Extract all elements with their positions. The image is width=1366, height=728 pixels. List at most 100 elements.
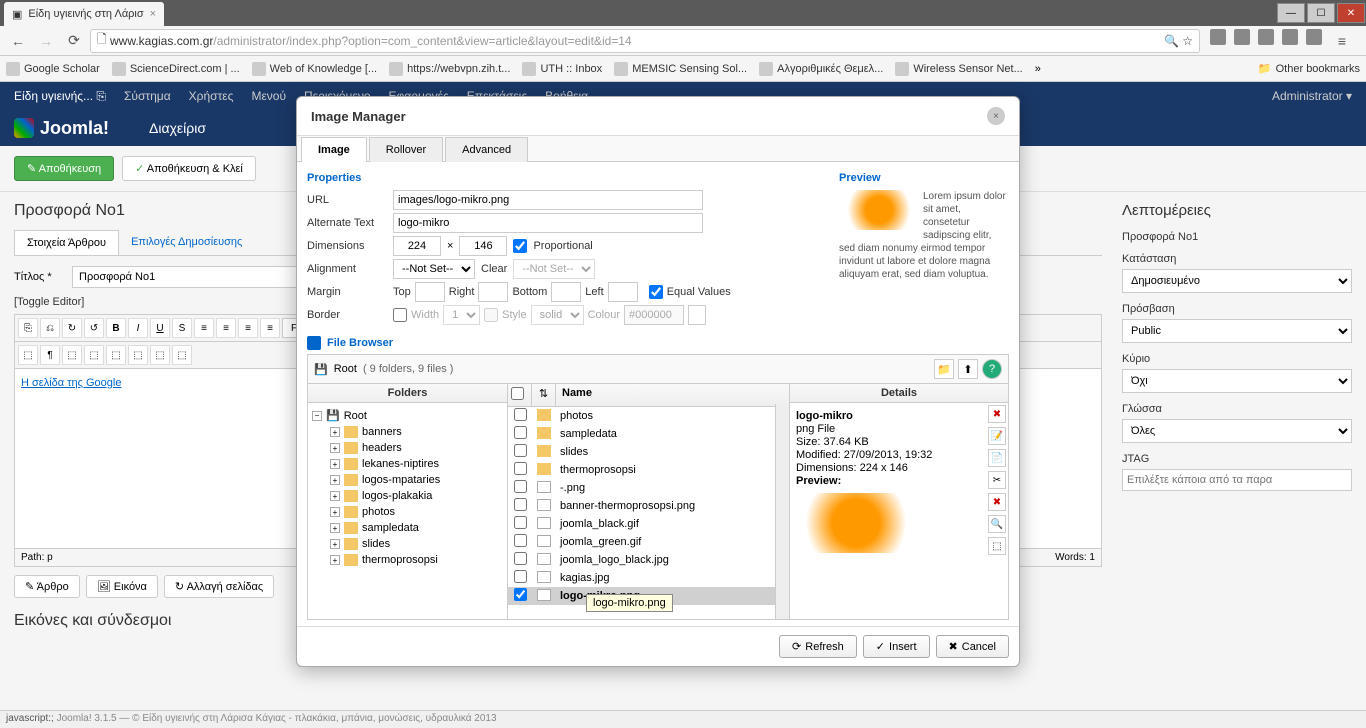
ed-btn[interactable]: ⬚: [150, 345, 170, 365]
expand-icon[interactable]: +: [330, 555, 340, 565]
margin-top-input[interactable]: [415, 282, 445, 302]
tree-folder[interactable]: + sampledata: [312, 520, 503, 536]
ed-btn[interactable]: ⬚: [18, 345, 38, 365]
width-input[interactable]: [393, 236, 441, 256]
expand-icon[interactable]: +: [330, 507, 340, 517]
copy-icon[interactable]: 📄: [988, 449, 1006, 467]
action-icon[interactable]: ⬚: [988, 537, 1006, 555]
margin-right-input[interactable]: [478, 282, 508, 302]
bold-icon[interactable]: B: [106, 318, 126, 338]
ext-icon[interactable]: [1282, 29, 1298, 45]
fb-root[interactable]: Root: [334, 363, 357, 375]
file-checkbox[interactable]: [514, 480, 527, 493]
underline-icon[interactable]: U: [150, 318, 170, 338]
topmenu-item[interactable]: Μενού: [251, 89, 286, 104]
topmenu-item[interactable]: Χρήστες: [189, 89, 234, 104]
file-row[interactable]: banner-thermoprosopsi.png: [508, 497, 789, 515]
expand-icon[interactable]: +: [330, 475, 340, 485]
align-center-icon[interactable]: ≡: [216, 318, 236, 338]
file-checkbox[interactable]: [514, 570, 527, 583]
ed-btn[interactable]: ⬚: [106, 345, 126, 365]
ed-btn[interactable]: ↻: [62, 318, 82, 338]
tags-input[interactable]: [1122, 469, 1352, 491]
ext-icon[interactable]: [1258, 29, 1274, 45]
tree-folder[interactable]: + photos: [312, 504, 503, 520]
strike-icon[interactable]: S: [172, 318, 192, 338]
ed-btn[interactable]: ⬚: [172, 345, 192, 365]
image-button[interactable]: 🖼 Εικόνα: [86, 575, 158, 598]
topmenu-item[interactable]: Σύστημα: [124, 89, 171, 104]
select-all-checkbox[interactable]: [511, 387, 524, 400]
file-checkbox[interactable]: [514, 552, 527, 565]
file-checkbox[interactable]: [514, 462, 527, 475]
menu-icon[interactable]: ≡: [1330, 29, 1354, 53]
file-row[interactable]: joomla_green.gif: [508, 533, 789, 551]
file-checkbox[interactable]: [514, 534, 527, 547]
file-row[interactable]: photos: [508, 407, 789, 425]
pagebreak-button[interactable]: ↻ Αλλαγή σελίδας: [164, 575, 274, 598]
featured-select[interactable]: Όχι: [1122, 369, 1352, 393]
file-row[interactable]: thermoprosopsi: [508, 461, 789, 479]
delete-icon[interactable]: ✖: [988, 405, 1006, 423]
margin-bottom-input[interactable]: [551, 282, 581, 302]
tree-folder[interactable]: + headers: [312, 440, 503, 456]
tab-rollover[interactable]: Rollover: [369, 137, 443, 162]
italic-icon[interactable]: I: [128, 318, 148, 338]
bookmark-item[interactable]: https://webvpn.zih.t...: [389, 62, 510, 76]
zoom-icon[interactable]: 🔍: [988, 515, 1006, 533]
tree-folder[interactable]: + slides: [312, 536, 503, 552]
tree-folder[interactable]: + logos-mpataries: [312, 472, 503, 488]
insert-button[interactable]: ✓ Insert: [863, 635, 930, 658]
editor-content-link[interactable]: Η σελίδα της Google: [21, 377, 121, 389]
file-checkbox[interactable]: [514, 444, 527, 457]
margin-left-input[interactable]: [608, 282, 638, 302]
help-icon[interactable]: ?: [982, 359, 1002, 379]
bookmark-item[interactable]: Web of Knowledge [...: [252, 62, 377, 76]
save-button[interactable]: ✎ Αποθήκευση: [14, 156, 114, 181]
bookmark-item[interactable]: MEMSIC Sensing Sol...: [614, 62, 747, 76]
alt-input[interactable]: [393, 213, 703, 233]
ext-icon[interactable]: [1306, 29, 1322, 45]
expand-icon[interactable]: +: [330, 539, 340, 549]
file-row[interactable]: slides: [508, 443, 789, 461]
align-justify-icon[interactable]: ≡: [260, 318, 280, 338]
file-row[interactable]: -.png: [508, 479, 789, 497]
border-style-checkbox[interactable]: [484, 308, 498, 322]
bookmark-item[interactable]: Αλγοριθμικές Θεμελ...: [759, 62, 883, 76]
forward-button[interactable]: →: [34, 29, 58, 53]
bookmark-item[interactable]: Google Scholar: [6, 62, 100, 76]
tree-folder[interactable]: + thermoprosopsi: [312, 552, 503, 568]
upload-icon[interactable]: ⬆: [958, 359, 978, 379]
cancel-button[interactable]: ✖ Cancel: [936, 635, 1009, 658]
file-checkbox[interactable]: [514, 498, 527, 511]
ed-btn[interactable]: ⬚: [62, 345, 82, 365]
file-row[interactable]: joomla_black.gif: [508, 515, 789, 533]
ext-icon[interactable]: [1234, 29, 1250, 45]
align-right-icon[interactable]: ≡: [238, 318, 258, 338]
search-icon[interactable]: 🔍: [1164, 34, 1179, 48]
back-button[interactable]: ←: [6, 29, 30, 53]
ed-btn[interactable]: ⎌: [40, 318, 60, 338]
tab-publish[interactable]: Επιλογές Δημοσίευσης: [119, 230, 254, 255]
star-icon[interactable]: ☆: [1182, 34, 1193, 48]
language-select[interactable]: Όλες: [1122, 419, 1352, 443]
file-row[interactable]: sampledata: [508, 425, 789, 443]
access-select[interactable]: Public: [1122, 319, 1352, 343]
tree-folder[interactable]: + logos-plakakia: [312, 488, 503, 504]
url-bar[interactable]: 🗋 www.kagias.com.gr/administrator/index.…: [90, 29, 1200, 53]
close-button[interactable]: ✕: [1337, 3, 1365, 23]
expand-icon[interactable]: +: [330, 443, 340, 453]
file-checkbox[interactable]: [514, 426, 527, 439]
close-icon[interactable]: ×: [987, 107, 1005, 125]
close-icon[interactable]: ×: [150, 8, 156, 20]
bookmark-item[interactable]: ScienceDirect.com | ...: [112, 62, 240, 76]
proportional-checkbox[interactable]: [513, 239, 527, 253]
border-width-select[interactable]: 1: [443, 305, 480, 325]
reload-button[interactable]: ⟳: [62, 29, 86, 53]
collapse-icon[interactable]: −: [312, 411, 322, 421]
tab-advanced[interactable]: Advanced: [445, 137, 528, 162]
file-checkbox[interactable]: [514, 408, 527, 421]
tree-folder[interactable]: + banners: [312, 424, 503, 440]
file-checkbox[interactable]: [514, 516, 527, 529]
name-header[interactable]: Name: [556, 384, 789, 406]
